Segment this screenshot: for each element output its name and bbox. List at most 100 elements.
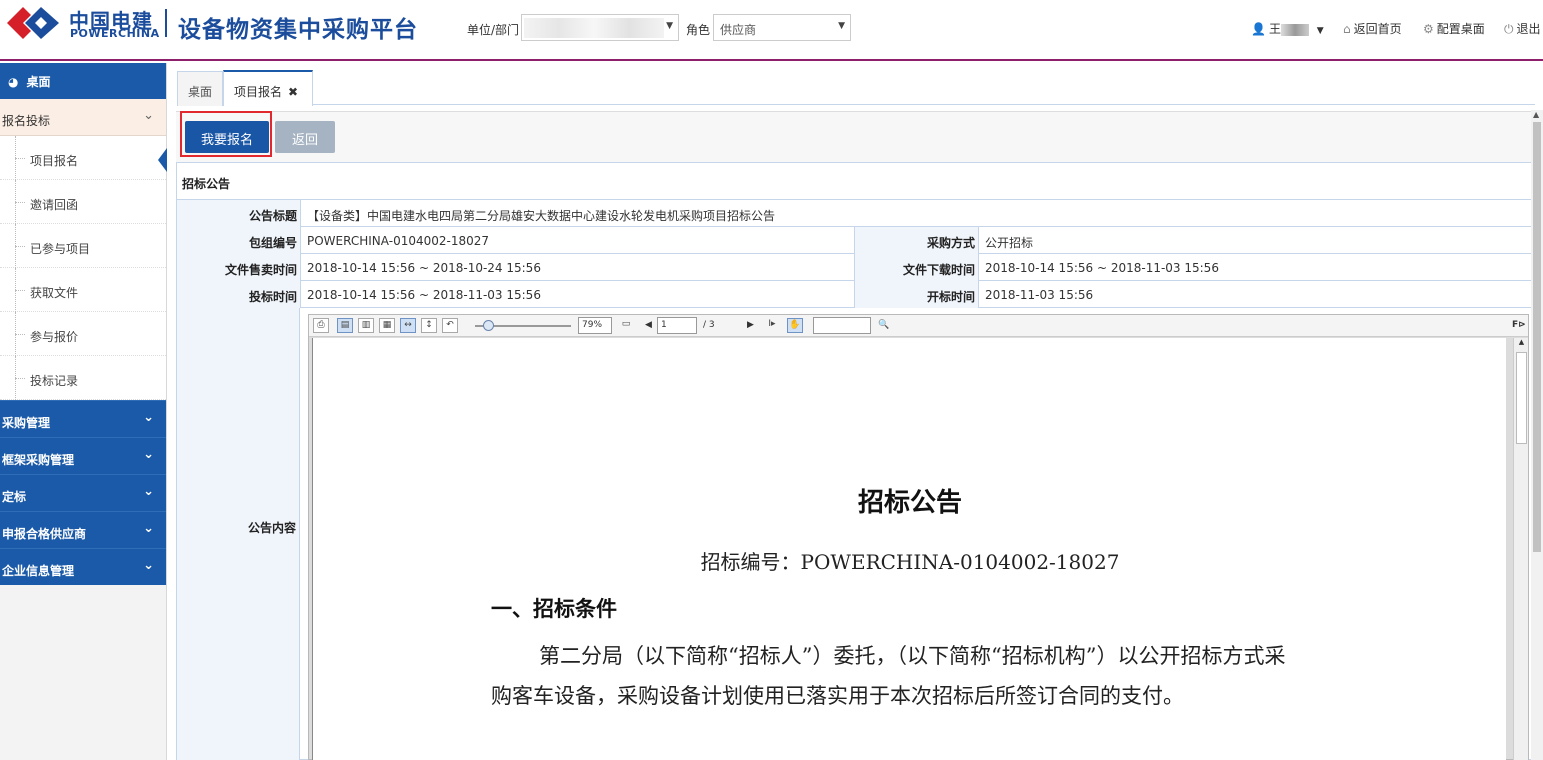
active-indicator: [158, 148, 167, 172]
sidebar-group-label: 企业信息管理: [2, 564, 75, 578]
pdf-scrollbar-thumb[interactable]: [1516, 352, 1527, 444]
sidebar-item-label: 参与报价: [30, 330, 79, 344]
sidebar-item-quote[interactable]: 参与报价: [0, 312, 166, 356]
sidebar-group-bidding[interactable]: 报名投标 ⌄: [0, 99, 166, 136]
tab-label: 桌面: [188, 85, 213, 99]
prev-page-icon[interactable]: ◀: [645, 320, 652, 330]
download-time-value: 2018-10-14 15:56 ~ 2018-11-03 15:56: [985, 261, 1219, 275]
rotate-icon[interactable]: ↶: [442, 318, 458, 333]
search-icon[interactable]: 🔍: [878, 320, 889, 330]
page-number-input[interactable]: 1: [657, 317, 697, 334]
sidebar-item-joined-projects[interactable]: 已参与项目: [0, 224, 166, 268]
sidebar-item-desk[interactable]: ◕ 桌面: [0, 63, 166, 99]
doc-paragraph: 第二分局（以下简称“招标人”）委托，（以下简称“招标机构”）以公开招标方式采购客…: [491, 644, 1286, 708]
sidebar-group-label: 申报合格供应商: [2, 527, 87, 541]
back-button[interactable]: 返回: [275, 121, 335, 153]
pdf-scrollbar[interactable]: ▲: [1513, 338, 1528, 760]
sidebar-item-project-signup[interactable]: 项目报名: [0, 136, 167, 180]
scroll-up-icon[interactable]: ▲: [1516, 338, 1527, 350]
dashboard-icon: ◕: [8, 75, 19, 89]
user-name: 王: [1268, 22, 1281, 36]
sidebar-desk-label: 桌面: [26, 75, 51, 89]
package-label: 包组编号: [177, 227, 301, 254]
sidebar-group-procurement[interactable]: 采购管理 ⌄: [0, 400, 166, 437]
tab-project-signup[interactable]: 项目报名 ✖: [223, 70, 313, 106]
chevron-down-icon: ⌄: [143, 558, 154, 573]
tab-bar: 桌面 项目报名 ✖: [177, 70, 1535, 106]
page-scrollbar[interactable]: ▲: [1531, 110, 1543, 760]
expand-toolbar-icon[interactable]: F⊳: [1512, 320, 1526, 330]
home-link[interactable]: ⌂ 返回首页: [1343, 20, 1402, 37]
text-select-icon[interactable]: I▸: [764, 318, 780, 333]
method-value: 公开招标: [985, 236, 1034, 250]
grid-view-icon[interactable]: ▦: [379, 318, 395, 333]
single-page-icon[interactable]: ▤: [337, 318, 353, 333]
unit-value-blurred: [524, 18, 664, 38]
title-label: 公告标题: [177, 200, 301, 227]
next-page-icon[interactable]: ▶: [747, 320, 754, 330]
sidebar: ◕ 桌面 报名投标 ⌄ 项目报名 邀请回函 已参与项目 获取文件 参与报价 投标记…: [0, 63, 167, 760]
sidebar-item-invitation-reply[interactable]: 邀请回函: [0, 180, 166, 224]
unit-label: 单位/部门: [467, 23, 520, 37]
doc-section-heading: 一、招标条件: [491, 596, 617, 621]
config-desk-link[interactable]: ⚙ 配置桌面: [1423, 20, 1485, 37]
zoom-input[interactable]: 79%: [578, 317, 612, 334]
bid-time-value: 2018-10-14 15:56 ~ 2018-11-03 15:56: [307, 288, 541, 302]
signup-highlight-box: [180, 111, 272, 157]
sidebar-group-framework[interactable]: 框架采购管理 ⌄: [0, 437, 166, 474]
sidebar-group-label: 定标: [2, 490, 27, 504]
page-scrollbar-thumb[interactable]: [1533, 122, 1541, 552]
role-value: 供应商: [720, 23, 757, 37]
platform-title: 设备物资集中采购平台: [178, 17, 418, 43]
notice-panel: 招标公告 公告标题 【设备类】中国电建水电四局第二分局雄安大数据中心建设水轮发电…: [176, 162, 1533, 760]
row-bid-time: 投标时间 2018-10-14 15:56 ~ 2018-11-03 15:56…: [177, 281, 1532, 308]
close-icon[interactable]: ✖: [288, 85, 298, 99]
sidebar-group-qualified-supplier[interactable]: 申报合格供应商 ⌄: [0, 511, 166, 548]
fullscreen-icon[interactable]: ▭: [618, 318, 634, 333]
sidebar-item-label: 获取文件: [30, 286, 79, 300]
tab-desk[interactable]: 桌面: [177, 71, 223, 106]
chevron-down-icon: ⌄: [143, 108, 154, 123]
home-icon: ⌂: [1343, 22, 1351, 36]
sale-time-label: 文件售卖时间: [177, 254, 301, 281]
pdf-toolbar: ⎙ ▤ ▥ ▦ ↔ ↕ ↶ 79% ▭ ◀ 1 / 3 ▶ I▸ ✋ 🔍 F⊳: [309, 315, 1528, 337]
sidebar-group-company-info[interactable]: 企业信息管理 ⌄: [0, 548, 166, 585]
sidebar-item-get-files[interactable]: 获取文件: [0, 268, 166, 312]
chevron-down-icon: ⌄: [143, 484, 154, 499]
open-time-label: 开标时间: [855, 281, 979, 308]
powerchina-logo-icon: [7, 7, 59, 39]
pdf-viewer[interactable]: ⎙ ▤ ▥ ▦ ↔ ↕ ↶ 79% ▭ ◀ 1 / 3 ▶ I▸ ✋ 🔍 F⊳ …: [308, 314, 1529, 760]
page-total: / 3: [703, 320, 715, 330]
top-header: 中国电建 POWERCHINA 设备物资集中采购平台 单位/部门 ▼ 角色 供应…: [0, 0, 1543, 61]
title-value: 【设备类】中国电建水电四局第二分局雄安大数据中心建设水轮发电机采购项目招标公告: [307, 209, 776, 223]
sidebar-item-label: 已参与项目: [30, 242, 91, 256]
role-label: 角色: [686, 23, 711, 37]
row-title: 公告标题 【设备类】中国电建水电四局第二分局雄安大数据中心建设水轮发电机采购项目…: [177, 200, 1532, 227]
content-label: 公告内容: [177, 308, 300, 760]
gear-icon: ⚙: [1423, 22, 1434, 36]
brand-name-en: POWERCHINA: [70, 27, 160, 40]
user-icon: 👤: [1251, 22, 1266, 36]
fit-width-icon[interactable]: ↔: [400, 318, 416, 333]
sidebar-item-label: 项目报名: [30, 154, 79, 168]
sidebar-group-award[interactable]: 定标 ⌄: [0, 474, 166, 511]
logout-link[interactable]: ⏻ 退出: [1504, 20, 1541, 37]
zoom-slider-handle[interactable]: [483, 320, 494, 331]
fit-height-icon[interactable]: ↕: [421, 318, 437, 333]
scroll-up-icon[interactable]: ▲: [1533, 110, 1539, 119]
hand-tool-icon[interactable]: ✋: [787, 318, 803, 333]
sidebar-item-bid-records[interactable]: 投标记录: [0, 356, 166, 400]
pdf-page: 招标公告 招标编号：POWERCHINA-0104002-18027 一、招标条…: [312, 338, 1506, 760]
chevron-down-icon: ⌄: [143, 521, 154, 536]
print-icon[interactable]: ⎙: [313, 318, 329, 333]
chevron-down-icon: ▼: [838, 21, 845, 31]
logo-divider: [165, 9, 167, 37]
two-page-icon[interactable]: ▥: [358, 318, 374, 333]
user-menu[interactable]: 👤 王 ▼: [1251, 20, 1324, 37]
role-select[interactable]: 供应商 ▼: [713, 14, 851, 41]
home-link-label: 返回首页: [1353, 22, 1402, 36]
pdf-search-input[interactable]: [813, 317, 871, 334]
chevron-down-icon: ⌄: [143, 447, 154, 462]
unit-select[interactable]: ▼: [521, 14, 679, 41]
method-label: 采购方式: [855, 227, 979, 254]
